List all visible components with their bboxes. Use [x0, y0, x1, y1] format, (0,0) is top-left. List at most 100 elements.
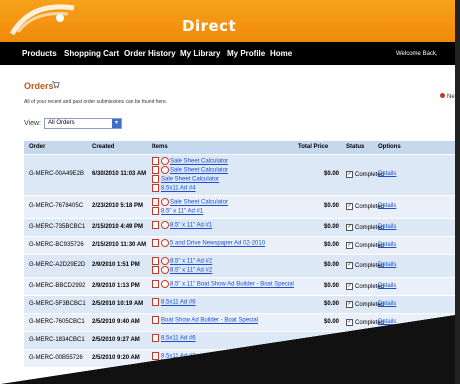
- order-created: 2/5/2010 9:40 AM: [92, 319, 140, 325]
- details-link[interactable]: Details: [378, 319, 396, 325]
- pdf-icon: [152, 198, 159, 206]
- order-id: G-MERC-00B55726: [29, 355, 83, 361]
- featured-badge-icon: [161, 239, 169, 247]
- item-link[interactable]: 8.5" x 11" Ad #2: [170, 259, 212, 265]
- header-options[interactable]: Options: [378, 144, 401, 150]
- order-status: ✓ Completed: [346, 337, 384, 344]
- item-link[interactable]: 8.5x11 Ad #3: [161, 354, 196, 360]
- checkmark-icon: ✓: [346, 319, 353, 326]
- bezel-edge: [455, 0, 460, 384]
- header-total-price[interactable]: Total Price: [298, 144, 328, 150]
- item-line: Boat Show Ad Builder - Boat Special: [152, 316, 258, 325]
- item-link[interactable]: Sale Sheet Calculator: [161, 177, 219, 183]
- order-status: ✓ Completed: [346, 355, 384, 362]
- intro-text: All of your recent and past order submis…: [24, 99, 168, 105]
- item-link[interactable]: Sale Sheet Calculator: [170, 168, 228, 174]
- item-line: 8.5" x 11" Ad #2: [152, 266, 212, 275]
- item-line: Sale Sheet Calculator: [152, 166, 228, 175]
- header-status[interactable]: Status: [346, 144, 364, 150]
- new-order-link[interactable]: Ne: [440, 93, 455, 100]
- table-row: G-MERC-00A49E2B 6/30/2010 11:03 AM Sale Sh…: [24, 154, 455, 195]
- order-created: 6/30/2010 11:03 AM: [92, 171, 147, 177]
- status-label: Completed: [355, 338, 385, 345]
- details-link[interactable]: Details: [378, 242, 396, 248]
- item-link[interactable]: 8.5" x 11" Ad #1: [170, 223, 212, 229]
- checkmark-icon: ✓: [346, 262, 353, 269]
- details-link[interactable]: Details: [378, 355, 396, 361]
- details-link[interactable]: Details: [378, 301, 396, 307]
- order-items: Sale Sheet Calculator 8.5" x 11" Ad #1: [152, 198, 228, 216]
- pdf-icon: [152, 334, 159, 342]
- table-row: G-MERC-00B55726 2/5/2010 9:20 AM 8.5x11 Ad…: [24, 349, 455, 367]
- order-created: 2/9/2010 1:13 PM: [92, 283, 140, 289]
- table-row: G-MERC-BBCD2992 2/9/2010 1:13 PM 8.5" x 11…: [24, 277, 455, 295]
- new-icon: [440, 93, 445, 98]
- order-price: $0.00: [324, 242, 340, 248]
- checkmark-icon: ✓: [346, 337, 353, 344]
- item-link[interactable]: 8.5x11 Ad #6: [161, 336, 196, 342]
- table-row: G-MERC-7605CBC1 2/5/2010 9:40 AM Boat Show…: [24, 313, 455, 331]
- order-created: 2/5/2010 9:20 AM: [92, 355, 140, 361]
- pdf-icon: [152, 184, 159, 192]
- details-link[interactable]: Details: [378, 224, 396, 230]
- nav-home[interactable]: Home: [270, 49, 292, 58]
- page-title: Orders: [24, 81, 54, 91]
- pdf-icon: [152, 157, 159, 165]
- table-body: G-MERC-00A49E2B 6/30/2010 11:03 AM Sale Sh…: [24, 154, 455, 367]
- order-price: $0.00: [324, 301, 340, 307]
- main-content: Orders Ne All of your recent and past or…: [0, 65, 455, 384]
- checkmark-icon: ✓: [346, 301, 353, 308]
- brand-name[interactable]: Direct: [182, 17, 236, 35]
- order-id: G-MERC-BC935726: [29, 242, 84, 248]
- order-items: 8.5x11 Ad #6: [152, 298, 196, 307]
- featured-badge-icon: [161, 198, 169, 206]
- item-link[interactable]: 5 and Drive Newspaper Ad 02-2010: [170, 241, 265, 247]
- featured-badge-icon: [161, 166, 169, 174]
- details-link[interactable]: Details: [378, 337, 396, 343]
- details-link[interactable]: Details: [378, 171, 396, 177]
- details-link[interactable]: Details: [378, 283, 396, 289]
- nav-products[interactable]: Products: [22, 49, 57, 58]
- item-link[interactable]: 8.5" x 11" Boat Show Ad Builder - Boat S…: [170, 282, 294, 288]
- order-created: 2/15/2010 11:30 AM: [92, 242, 147, 248]
- order-id: G-MERC-735BCBC1: [29, 224, 86, 230]
- order-items: Sale Sheet Calculator Sale Sheet Calculat…: [152, 157, 228, 193]
- nav-order-history[interactable]: Order History: [124, 49, 176, 58]
- view-label: View:: [24, 120, 41, 127]
- checkmark-icon: ✓: [346, 242, 353, 249]
- item-link[interactable]: 8.5x11 Ad #6: [161, 300, 196, 306]
- order-price: $0.00: [324, 171, 340, 177]
- order-created: 2/5/2010 9:27 AM: [92, 337, 140, 343]
- featured-badge-icon: [161, 221, 169, 229]
- table-row: G-MERC-BC935726 2/15/2010 11:30 AM 5 and D…: [24, 236, 455, 254]
- order-id: G-MERC-5F3BCBC1: [29, 301, 86, 307]
- pdf-icon: [152, 257, 159, 265]
- order-items: Boat Show Ad Builder - Boat Special: [152, 316, 258, 325]
- cart-icon: [51, 81, 60, 89]
- item-link[interactable]: Sale Sheet Calculator: [170, 200, 228, 206]
- item-link[interactable]: 8.5x11 Ad #4: [161, 186, 196, 192]
- item-link[interactable]: 8.5" x 11" Ad #2: [170, 268, 212, 274]
- featured-badge-icon: [161, 280, 169, 288]
- item-link[interactable]: Sale Sheet Calculator: [170, 159, 228, 165]
- item-link[interactable]: 8.5" x 11" Ad #1: [161, 209, 203, 215]
- item-line: 8.5x11 Ad #3: [152, 352, 196, 361]
- table-row: G-MERC-735BCBC1 2/15/2010 4:49 PM 8.5" x 1…: [24, 218, 455, 236]
- nav-shopping-cart[interactable]: Shopping Cart: [64, 49, 119, 58]
- item-link[interactable]: Boat Show Ad Builder - Boat Special: [161, 318, 258, 324]
- header-created[interactable]: Created: [92, 144, 114, 150]
- pdf-icon: [152, 207, 159, 215]
- order-id: G-MERC-7605CBC1: [29, 319, 85, 325]
- nav-my-profile[interactable]: My Profile: [227, 49, 265, 58]
- chevron-down-icon[interactable]: ▾: [112, 119, 121, 128]
- nav-my-library[interactable]: My Library: [180, 49, 220, 58]
- view-select[interactable]: All Orders ▾: [44, 118, 122, 129]
- item-line: 5 and Drive Newspaper Ad 02-2010: [152, 239, 265, 248]
- details-link[interactable]: Details: [378, 203, 396, 209]
- order-price: $0.00: [324, 319, 340, 325]
- header-order[interactable]: Order: [29, 144, 45, 150]
- header-items[interactable]: Items: [152, 144, 168, 150]
- details-link[interactable]: Details: [378, 262, 396, 268]
- item-line: Sale Sheet Calculator: [152, 198, 228, 207]
- view-select-value: All Orders: [48, 120, 75, 126]
